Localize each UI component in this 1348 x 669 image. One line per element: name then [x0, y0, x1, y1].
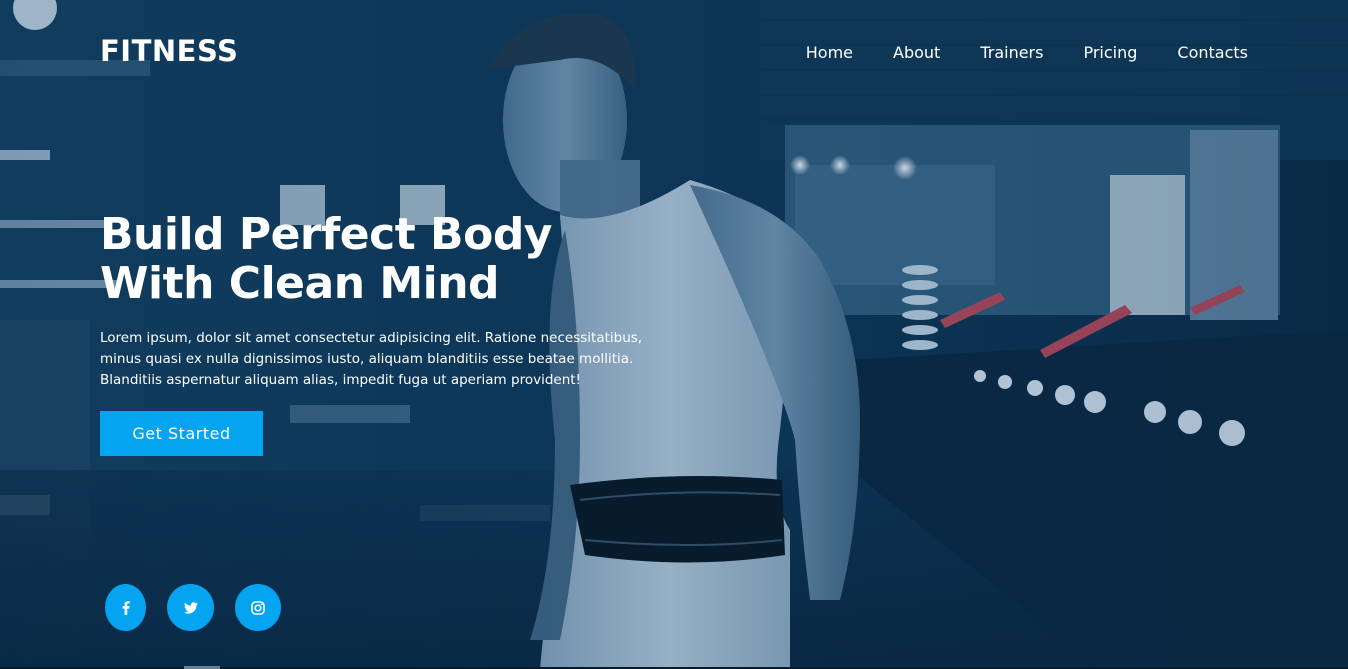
facebook-button[interactable] — [105, 584, 146, 631]
hero-description: Lorem ipsum, dolor sit amet consectetur … — [100, 328, 700, 391]
hero-section: FITNESS Home About Trainers Pricing Cont… — [0, 0, 1348, 669]
twitter-icon — [183, 601, 198, 614]
hero-headline: Build Perfect Body With Clean Mind — [100, 209, 553, 309]
nav-link-about[interactable]: About — [893, 43, 940, 62]
get-started-button[interactable]: Get Started — [100, 411, 263, 456]
nav-link-contacts[interactable]: Contacts — [1177, 43, 1248, 62]
hero-headline-line-1: Build Perfect Body — [100, 209, 553, 260]
nav-link-pricing[interactable]: Pricing — [1083, 43, 1137, 62]
hero-description-line-1: Lorem ipsum, dolor sit amet consectetur … — [100, 330, 643, 346]
nav-link-trainers[interactable]: Trainers — [980, 43, 1043, 62]
social-links — [105, 584, 281, 631]
site-logo[interactable]: FITNESS — [100, 34, 238, 68]
facebook-icon — [122, 600, 130, 615]
main-nav: Home About Trainers Pricing Contacts — [806, 43, 1248, 62]
hero-description-line-2: minus quasi ex nulla dignissimos iusto, … — [100, 351, 634, 367]
nav-link-home[interactable]: Home — [806, 43, 853, 62]
instagram-icon — [251, 600, 265, 615]
instagram-button[interactable] — [235, 584, 281, 631]
twitter-button[interactable] — [167, 584, 214, 631]
hero-headline-line-2: With Clean Mind — [100, 258, 500, 309]
hero-description-line-3: Blanditiis aspernatur aliquam alias, imp… — [100, 372, 581, 388]
